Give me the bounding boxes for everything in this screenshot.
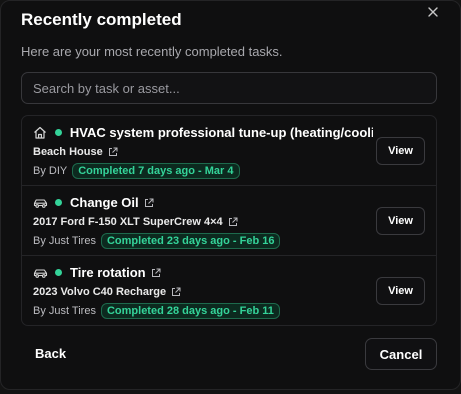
asset-link[interactable]: 2017 Ford F-150 XLT SuperCrew 4×4 bbox=[33, 216, 238, 228]
status-dot bbox=[55, 199, 62, 206]
task-meta: By DIY Completed 7 days ago - Mar 4 bbox=[33, 163, 240, 179]
list-item: HVAC system professional tune-up (heatin… bbox=[22, 116, 436, 186]
task-meta: By Just Tires Completed 28 days ago - Fe… bbox=[33, 303, 280, 319]
asset-link[interactable]: Beach House bbox=[33, 146, 118, 158]
dialog-title: Recently completed bbox=[21, 10, 182, 29]
view-button[interactable]: View bbox=[376, 277, 425, 305]
task-title[interactable]: HVAC system professional tune-up (heatin… bbox=[70, 125, 373, 140]
status-dot bbox=[54, 129, 62, 136]
asset-name: 2017 Ford F-150 XLT SuperCrew 4×4 bbox=[33, 216, 223, 228]
task-list: HVAC system professional tune-up (heatin… bbox=[21, 115, 437, 326]
list-item: Change Oil 2017 Ford F-150 XLT SuperCrew… bbox=[22, 186, 436, 256]
external-link-icon[interactable] bbox=[144, 198, 154, 208]
view-button[interactable]: View bbox=[376, 207, 425, 235]
external-link-icon[interactable] bbox=[151, 268, 161, 278]
asset-name: Beach House bbox=[33, 146, 103, 158]
external-link-icon[interactable] bbox=[108, 147, 118, 157]
task-header: HVAC system professional tune-up (heatin… bbox=[33, 125, 373, 140]
dialog-subtitle: Here are your most recently completed ta… bbox=[21, 44, 283, 59]
task-header: Tire rotation bbox=[33, 265, 373, 280]
cancel-button[interactable]: Cancel bbox=[365, 338, 437, 370]
home-icon bbox=[33, 126, 49, 140]
status-badge: Completed 23 days ago - Feb 16 bbox=[100, 233, 281, 249]
task-header: Change Oil bbox=[33, 195, 373, 210]
car-icon bbox=[33, 196, 49, 210]
search-input[interactable] bbox=[21, 72, 437, 104]
asset-name: 2023 Volvo C40 Recharge bbox=[33, 286, 167, 298]
car-icon bbox=[33, 266, 49, 280]
status-dot bbox=[55, 269, 62, 276]
status-badge: Completed 7 days ago - Mar 4 bbox=[72, 163, 240, 179]
list-item: Tire rotation 2023 Volvo C40 Recharge By… bbox=[22, 256, 436, 325]
back-button[interactable]: Back bbox=[35, 346, 66, 361]
performed-by: By Just Tires bbox=[33, 235, 96, 247]
view-button[interactable]: View bbox=[376, 137, 425, 165]
status-badge: Completed 28 days ago - Feb 11 bbox=[100, 303, 280, 319]
task-meta: By Just Tires Completed 23 days ago - Fe… bbox=[33, 233, 281, 249]
recently-completed-dialog: Recently completed Here are your most re… bbox=[0, 0, 461, 390]
task-title[interactable]: Change Oil bbox=[70, 195, 139, 210]
external-link-icon[interactable] bbox=[228, 217, 238, 227]
external-link-icon[interactable] bbox=[171, 287, 181, 297]
performed-by: By DIY bbox=[33, 165, 68, 177]
task-title[interactable]: Tire rotation bbox=[70, 265, 146, 280]
asset-link[interactable]: 2023 Volvo C40 Recharge bbox=[33, 286, 181, 298]
performed-by: By Just Tires bbox=[33, 305, 96, 317]
close-icon[interactable] bbox=[426, 5, 440, 19]
